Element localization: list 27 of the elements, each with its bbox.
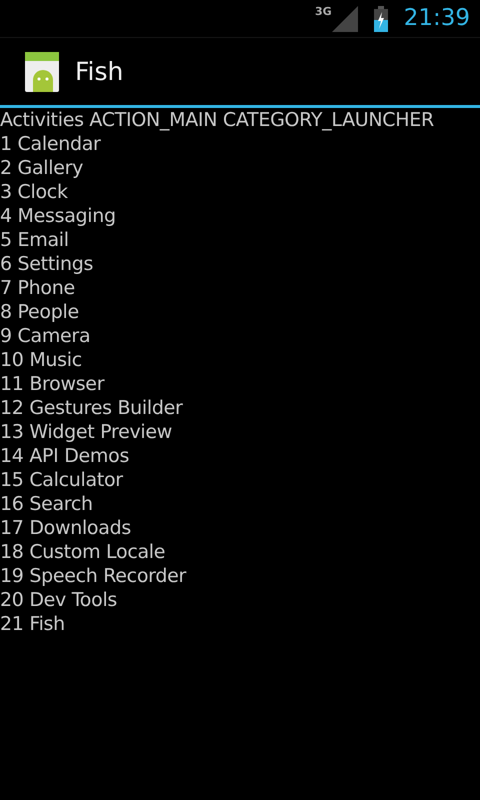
activity-item[interactable]: 18 Custom Locale: [0, 541, 166, 563]
activity-item[interactable]: 16 Search: [0, 493, 93, 515]
activity-item[interactable]: 12 Gestures Builder: [0, 397, 183, 419]
app-icon: [25, 52, 59, 92]
activity-item[interactable]: 15 Calculator: [0, 469, 123, 491]
activity-item[interactable]: 2 Gallery: [0, 157, 84, 179]
activity-item[interactable]: 20 Dev Tools: [0, 589, 118, 611]
activity-item[interactable]: 13 Widget Preview: [0, 421, 172, 443]
activity-item[interactable]: 5 Email: [0, 229, 69, 251]
activity-item[interactable]: 17 Downloads: [0, 517, 131, 539]
activity-item[interactable]: 8 People: [0, 301, 79, 323]
clock: 21:39: [404, 7, 470, 30]
activity-item[interactable]: 6 Settings: [0, 253, 94, 275]
activity-item[interactable]: 10 Music: [0, 349, 82, 371]
activity-item[interactable]: 9 Camera: [0, 325, 90, 347]
activity-item[interactable]: 11 Browser: [0, 373, 104, 395]
activity-item[interactable]: 3 Clock: [0, 181, 68, 203]
battery-charging-icon: [374, 6, 388, 32]
network-type-label: 3G: [315, 6, 332, 16]
activity-item[interactable]: 14 API Demos: [0, 445, 130, 467]
activity-item[interactable]: 7 Phone: [0, 277, 75, 299]
activity-item[interactable]: 4 Messaging: [0, 205, 116, 227]
app-title: Fish: [75, 56, 124, 88]
activity-item[interactable]: 1 Calendar: [0, 133, 101, 155]
activity-item[interactable]: 21 Fish: [0, 613, 65, 635]
activity-item[interactable]: 19 Speech Recorder: [0, 565, 186, 587]
list-header: Activities ACTION_MAIN CATEGORY_LAUNCHER: [0, 108, 435, 132]
